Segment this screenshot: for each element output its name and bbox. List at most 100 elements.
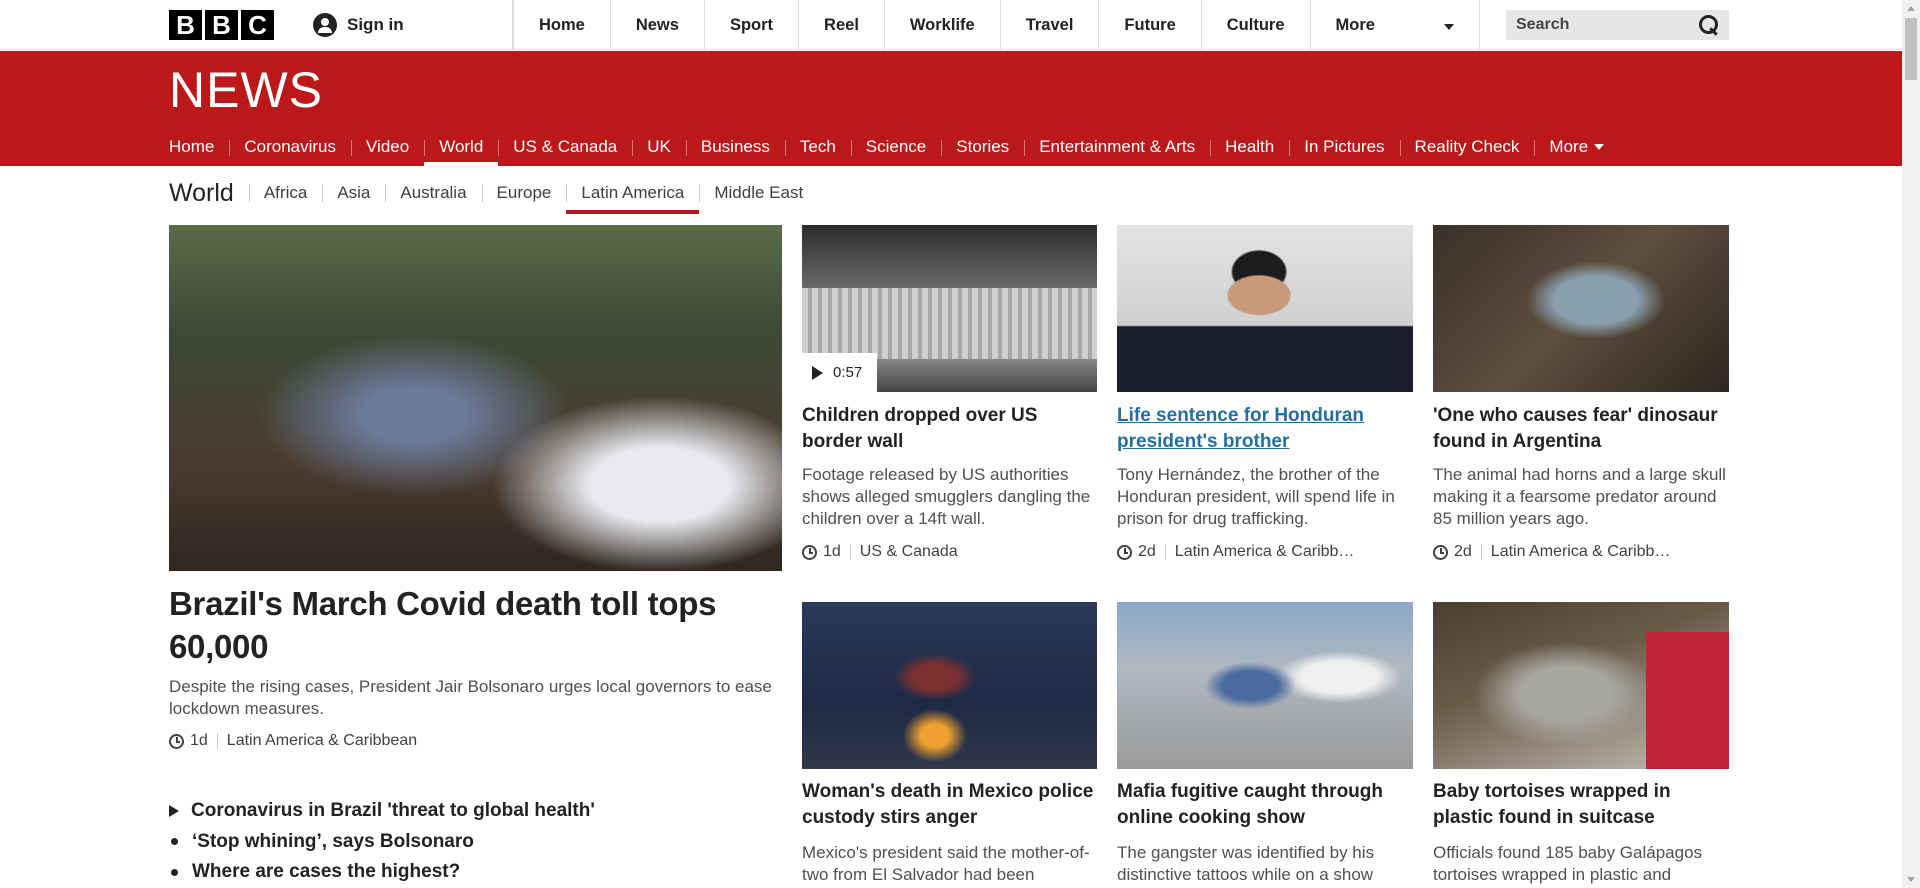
story-summary: Mexico's president said the mother-of-tw… xyxy=(802,843,1090,884)
sign-in-label: Sign in xyxy=(347,15,404,34)
world-nav-asia[interactable]: Asia xyxy=(322,172,385,214)
search-input[interactable]: Search xyxy=(1506,10,1729,40)
story-summary: Officials found 185 baby Galápagos torto… xyxy=(1433,843,1703,884)
story-image[interactable] xyxy=(1433,225,1729,392)
search-icon[interactable] xyxy=(1699,15,1719,35)
bbc-logo[interactable]: B B C xyxy=(169,10,274,40)
top-nav-more[interactable]: More xyxy=(1309,0,1480,50)
news-nav-in-pictures[interactable]: In Pictures xyxy=(1289,127,1399,166)
related-link-label: Coronavirus in Brazil 'threat to global … xyxy=(191,800,595,822)
search-placeholder: Search xyxy=(1516,16,1570,33)
story-meta: 2d Latin America & Caribb… xyxy=(1433,541,1729,563)
story-headline[interactable]: Baby tortoises wrapped in plastic found … xyxy=(1433,779,1729,831)
story-headline[interactable]: Children dropped over US border wall xyxy=(802,403,1098,455)
user-icon xyxy=(313,13,337,37)
related-link[interactable]: Where are cases the highest? xyxy=(169,857,782,888)
story-image[interactable] xyxy=(802,602,1097,769)
story-image[interactable] xyxy=(1433,602,1729,769)
news-nav-entertainment-arts[interactable]: Entertainment & Arts xyxy=(1024,127,1210,166)
story-meta: 1d US & Canada xyxy=(802,541,1098,563)
image-overlay xyxy=(1646,632,1729,769)
lead-story-image[interactable] xyxy=(169,225,782,571)
top-nav-news[interactable]: News xyxy=(609,0,704,50)
news-nav-world[interactable]: World xyxy=(424,127,499,166)
lead-story-summary: Despite the rising cases, President Jair… xyxy=(169,677,772,718)
bullet-icon xyxy=(171,838,178,846)
bullet-icon xyxy=(171,868,178,876)
story-headline[interactable]: 'One who causes fear' dinosaur found in … xyxy=(1433,403,1729,455)
section-title[interactable]: World xyxy=(169,179,249,208)
news-nav-business[interactable]: Business xyxy=(685,127,785,166)
image-overlay xyxy=(802,225,1097,289)
section-link[interactable]: Latin America & Caribb… xyxy=(1491,543,1671,561)
world-nav-australia[interactable]: Australia xyxy=(385,172,481,214)
play-icon xyxy=(812,365,823,380)
story-summary: The gangster was identified by his disti… xyxy=(1117,843,1375,884)
timestamp: 1d xyxy=(190,732,208,749)
scroll-down-icon[interactable] xyxy=(1907,877,1915,882)
news-nav-tech[interactable]: Tech xyxy=(784,127,851,166)
news-nav-more-label: More xyxy=(1549,136,1589,156)
section-link[interactable]: Latin America & Caribbean xyxy=(227,732,417,750)
story-headline[interactable]: Life sentence for Honduran president's b… xyxy=(1117,403,1413,455)
related-link[interactable]: ‘Stop whining’, says Bolsonaro xyxy=(169,827,782,858)
timestamp: 1d xyxy=(823,543,841,560)
clock-icon xyxy=(802,544,817,560)
top-nav-sport[interactable]: Sport xyxy=(703,0,798,50)
news-nav-home[interactable]: Home xyxy=(169,127,229,166)
top-nav-culture[interactable]: Culture xyxy=(1200,0,1310,50)
story-summary: Tony Hernández, the brother of the Hondu… xyxy=(1117,465,1395,528)
related-link[interactable]: Coronavirus in Brazil 'threat to global … xyxy=(169,796,782,827)
news-nav-uk[interactable]: UK xyxy=(632,127,686,166)
divider xyxy=(849,544,851,560)
divider xyxy=(216,733,218,749)
lead-story-headline[interactable]: Brazil's March Covid death toll tops 60,… xyxy=(169,582,782,668)
news-nav-more[interactable]: More xyxy=(1534,127,1619,166)
news-header: NEWS Home Coronavirus Video World US & C… xyxy=(0,51,1902,166)
divider xyxy=(1480,544,1482,560)
news-nav-coronavirus[interactable]: Coronavirus xyxy=(229,127,351,166)
world-nav-africa[interactable]: Africa xyxy=(248,172,322,214)
top-nav: Home News Sport Reel Worklife Travel Fut… xyxy=(513,0,1480,50)
top-nav-travel[interactable]: Travel xyxy=(999,0,1099,50)
world-nav-latin-america[interactable]: Latin America xyxy=(566,172,700,214)
scrollbar-thumb[interactable] xyxy=(1905,18,1917,80)
news-nav-video[interactable]: Video xyxy=(351,127,424,166)
news-nav-stories[interactable]: Stories xyxy=(941,127,1024,166)
bbc-logo-letter-b1: B xyxy=(169,10,202,40)
world-subnav: World Africa Asia Australia Europe Latin… xyxy=(169,172,818,214)
bbc-logo-letter-c: C xyxy=(241,10,274,40)
bbc-logo-letter-b2: B xyxy=(205,10,238,40)
top-nav-more-label: More xyxy=(1335,15,1375,34)
timestamp: 2d xyxy=(1138,543,1156,560)
divider xyxy=(1164,544,1166,560)
sign-in-button[interactable]: Sign in xyxy=(313,0,513,50)
news-nav-us-canada[interactable]: US & Canada xyxy=(498,127,632,166)
story-headline[interactable]: Woman's death in Mexico police custody s… xyxy=(802,779,1098,831)
section-link[interactable]: US & Canada xyxy=(860,543,958,561)
story-summary: Footage released by US authorities shows… xyxy=(802,465,1091,528)
news-logo[interactable]: NEWS xyxy=(169,61,323,119)
news-nav-health[interactable]: Health xyxy=(1210,127,1289,166)
world-nav-middle-east[interactable]: Middle East xyxy=(699,172,818,214)
news-nav-science[interactable]: Science xyxy=(850,127,941,166)
story-image[interactable] xyxy=(1117,602,1413,769)
lead-story-meta: 1d Latin America & Caribbean xyxy=(169,730,782,752)
scroll-up-icon[interactable] xyxy=(1907,6,1915,11)
video-duration-badge[interactable]: 0:57 xyxy=(802,353,877,392)
timestamp: 2d xyxy=(1454,543,1472,560)
world-nav-europe[interactable]: Europe xyxy=(481,172,567,214)
top-nav-reel[interactable]: Reel xyxy=(798,0,884,50)
bbc-top-bar: B B C Sign in Home News Sport Reel Workl… xyxy=(0,0,1902,50)
story-headline[interactable]: Mafia fugitive caught through online coo… xyxy=(1117,779,1413,831)
related-link-label: Where are cases the highest? xyxy=(192,861,461,883)
clock-icon xyxy=(1433,544,1448,560)
top-nav-home[interactable]: Home xyxy=(513,0,610,50)
scrollbar[interactable] xyxy=(1902,0,1920,888)
section-link[interactable]: Latin America & Caribb… xyxy=(1175,543,1355,561)
news-nav-reality-check[interactable]: Reality Check xyxy=(1399,127,1535,166)
story-image[interactable] xyxy=(1117,225,1413,392)
top-nav-future[interactable]: Future xyxy=(1098,0,1200,50)
top-nav-worklife[interactable]: Worklife xyxy=(883,0,1000,50)
clock-icon xyxy=(1117,544,1132,560)
